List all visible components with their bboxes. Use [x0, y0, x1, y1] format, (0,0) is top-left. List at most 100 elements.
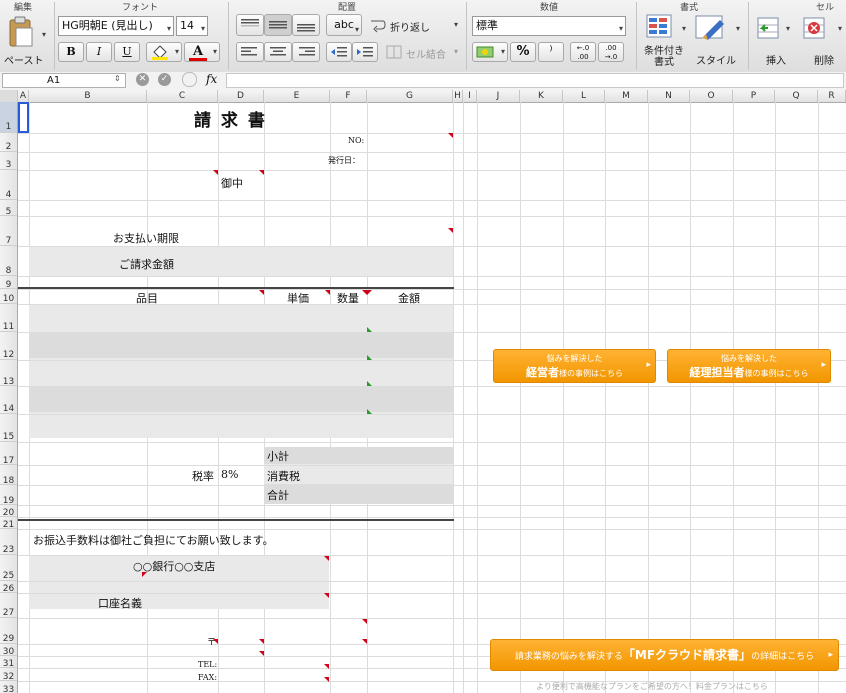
- col-header-h[interactable]: H: [453, 90, 463, 102]
- insert-cells-button[interactable]: ▾ 挿入: [754, 14, 794, 67]
- underline-button[interactable]: U: [114, 42, 140, 62]
- row-header[interactable]: 4: [0, 170, 17, 200]
- comment-marker[interactable]: [324, 664, 329, 669]
- merge-cells-button[interactable]: セル結合 ▾: [384, 44, 464, 62]
- fill-color-button[interactable]: ▾: [146, 42, 182, 62]
- col-header-l[interactable]: L: [563, 90, 605, 102]
- cell-styles-button[interactable]: ▾ スタイル: [690, 14, 740, 67]
- comment-marker[interactable]: [259, 170, 264, 175]
- row-header[interactable]: 7: [0, 216, 17, 246]
- formula-warning-marker[interactable]: [367, 409, 372, 414]
- comment-marker[interactable]: [213, 170, 218, 175]
- col-header-p[interactable]: P: [733, 90, 775, 102]
- align-right-button[interactable]: [292, 42, 320, 62]
- font-size-select[interactable]: 14 ▾: [176, 16, 208, 36]
- italic-button[interactable]: I: [86, 42, 112, 62]
- row-header[interactable]: 5: [0, 200, 17, 217]
- formula-warning-marker[interactable]: [367, 327, 372, 332]
- comment-marker[interactable]: [213, 639, 218, 644]
- row-header[interactable]: 20: [0, 505, 17, 518]
- comment-marker[interactable]: [142, 572, 147, 577]
- align-bottom-button[interactable]: [292, 14, 320, 36]
- col-header-m[interactable]: M: [605, 90, 648, 102]
- stepper-icon[interactable]: ⇕: [114, 74, 121, 83]
- pricing-plan-link[interactable]: より便利で高機能なプランをご希望の方へ！料金プランはこちら: [536, 681, 768, 692]
- percent-button[interactable]: %: [510, 42, 536, 62]
- increase-decimal-button[interactable]: ←.0 .00: [570, 42, 596, 62]
- row-header[interactable]: 31: [0, 656, 17, 669]
- row-header[interactable]: 8: [0, 246, 17, 276]
- promo-accountant-cases-button[interactable]: 悩みを解決した 経理担当者様の事例はこちら ▸: [667, 349, 831, 383]
- row-header[interactable]: 23: [0, 529, 17, 555]
- col-header-f[interactable]: F: [330, 90, 367, 102]
- select-all-corner[interactable]: [0, 90, 18, 102]
- comment-marker[interactable]: [259, 651, 264, 656]
- decrease-decimal-button[interactable]: .00 →.0: [598, 42, 624, 62]
- comment-marker[interactable]: [259, 639, 264, 644]
- col-header-k[interactable]: K: [520, 90, 563, 102]
- function-wizard-icon[interactable]: [182, 72, 197, 87]
- font-name-select[interactable]: HG明朝E (見出し) ▾: [58, 16, 174, 36]
- row-header[interactable]: 32: [0, 668, 17, 682]
- comment-marker[interactable]: [362, 619, 367, 624]
- col-header-o[interactable]: O: [690, 90, 733, 102]
- row-header[interactable]: 27: [0, 593, 17, 618]
- row-header[interactable]: 17: [0, 442, 17, 466]
- row-header[interactable]: 21: [0, 517, 17, 530]
- comment-marker[interactable]: [367, 290, 372, 295]
- col-header-d[interactable]: D: [218, 90, 264, 102]
- increase-indent-button[interactable]: [352, 42, 378, 62]
- delete-cells-button[interactable]: ▾ 削除: [800, 14, 844, 67]
- row-header[interactable]: 19: [0, 485, 17, 506]
- row-header[interactable]: 14: [0, 386, 17, 414]
- row-header[interactable]: 12: [0, 332, 17, 360]
- active-cell[interactable]: [18, 102, 29, 133]
- decrease-indent-button[interactable]: [326, 42, 352, 62]
- row-header[interactable]: 15: [0, 414, 17, 442]
- row-header[interactable]: 2: [0, 133, 17, 152]
- row-header[interactable]: 25: [0, 555, 17, 581]
- currency-format-button[interactable]: ▾: [472, 42, 508, 62]
- paste-button[interactable]: ▾ ペースト: [4, 14, 48, 68]
- conditional-format-button[interactable]: ▾ 条件付き 書式: [640, 14, 686, 70]
- col-header-n[interactable]: N: [648, 90, 690, 102]
- comma-style-button[interactable]: ⁾: [538, 42, 564, 62]
- comment-marker[interactable]: [324, 556, 329, 561]
- comment-marker[interactable]: [259, 290, 264, 295]
- promo-manager-cases-button[interactable]: 悩みを解決した 経営者様の事例はこちら ▸: [493, 349, 656, 383]
- row-header[interactable]: 18: [0, 465, 17, 486]
- row-header[interactable]: 29: [0, 618, 17, 644]
- comment-marker[interactable]: [325, 290, 330, 295]
- col-header-e[interactable]: E: [264, 90, 330, 102]
- text-direction-button[interactable]: abc ▾: [326, 14, 362, 36]
- font-color-button[interactable]: A ▾: [184, 42, 220, 62]
- formula-warning-marker[interactable]: [367, 381, 372, 386]
- align-top-button[interactable]: [236, 14, 264, 36]
- comment-marker[interactable]: [324, 593, 329, 598]
- name-box[interactable]: A1: [2, 73, 126, 88]
- align-center-button[interactable]: [264, 42, 292, 62]
- col-header-a[interactable]: A: [18, 90, 29, 102]
- formula-input[interactable]: [226, 73, 844, 88]
- number-format-select[interactable]: 標準 ▾: [472, 16, 626, 36]
- col-header-g[interactable]: G: [367, 90, 453, 102]
- align-left-button[interactable]: [236, 42, 264, 62]
- row-header[interactable]: 10: [0, 289, 17, 304]
- row-header[interactable]: 26: [0, 581, 17, 594]
- align-middle-button[interactable]: [264, 14, 292, 36]
- row-header[interactable]: 11: [0, 304, 17, 332]
- col-header-c[interactable]: C: [147, 90, 218, 102]
- spreadsheet-grid[interactable]: A B C D E F G H I J K L M N O P Q R 1 2 …: [0, 90, 846, 693]
- row-header[interactable]: 30: [0, 644, 17, 657]
- col-header-j[interactable]: J: [477, 90, 520, 102]
- formula-warning-marker[interactable]: [367, 355, 372, 360]
- col-header-q[interactable]: Q: [775, 90, 818, 102]
- row-header[interactable]: 3: [0, 152, 17, 170]
- comment-marker[interactable]: [448, 228, 453, 233]
- row-header[interactable]: 9: [0, 276, 17, 290]
- bold-button[interactable]: B: [58, 42, 84, 62]
- confirm-icon[interactable]: ✓: [158, 73, 171, 86]
- col-header-r[interactable]: R: [818, 90, 846, 102]
- row-header[interactable]: 1: [0, 102, 17, 133]
- promo-mf-invoice-button[interactable]: 請求業務の悩みを解決する「MFクラウド請求書」の詳細はこちら ▸: [490, 639, 839, 671]
